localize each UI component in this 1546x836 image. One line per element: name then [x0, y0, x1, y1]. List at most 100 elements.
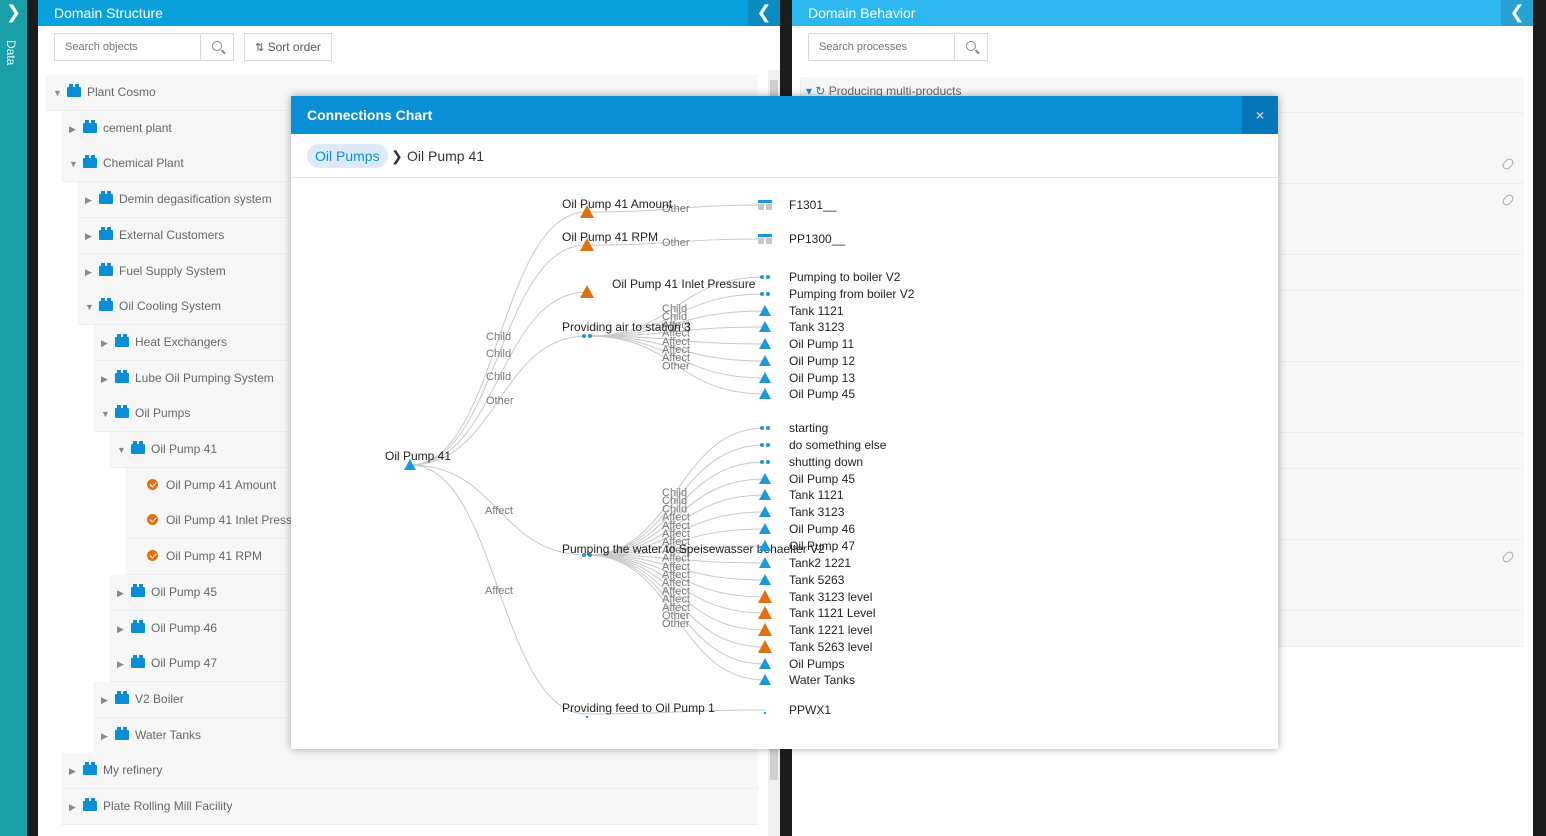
- leaf-node-label: Water Tanks: [789, 673, 855, 687]
- object-triangle-icon[interactable]: [759, 473, 771, 484]
- leaf-node-label: Oil Pump 11: [789, 337, 854, 351]
- table-icon[interactable]: [758, 238, 764, 244]
- caret-right-icon[interactable]: ▶: [101, 362, 115, 397]
- search-objects-input[interactable]: [55, 34, 200, 60]
- caret-right-icon[interactable]: ▶: [69, 112, 83, 147]
- process-icon[interactable]: [766, 292, 770, 296]
- dot-icon[interactable]: [763, 711, 767, 715]
- search-button[interactable]: [954, 33, 988, 61]
- object-triangle-icon[interactable]: [759, 506, 771, 517]
- object-triangle-icon[interactable]: [759, 305, 771, 316]
- process-icon[interactable]: [760, 443, 764, 447]
- edge-label: Affect: [485, 585, 513, 597]
- panel-title: Domain Structure: [54, 5, 163, 21]
- tree-row[interactable]: ▶ Plate Rolling Mill Facility: [62, 789, 758, 825]
- sort-order-label: Sort order: [267, 40, 321, 54]
- tree-label: Oil Pump 41 Amount: [166, 477, 277, 492]
- caret-right-icon[interactable]: ▶: [117, 647, 131, 682]
- process-icon[interactable]: [588, 334, 592, 338]
- table-icon[interactable]: [766, 238, 772, 244]
- object-icon: [115, 690, 129, 704]
- caret-right-icon[interactable]: ▶: [85, 255, 99, 290]
- caret-down-icon[interactable]: ▼: [101, 397, 115, 432]
- table-icon[interactable]: [758, 234, 772, 237]
- search-icon: [212, 41, 222, 51]
- object-triangle-icon[interactable]: [759, 321, 771, 332]
- tag-icon: [147, 514, 158, 526]
- leaf-node-label: Oil Pumps: [789, 657, 844, 671]
- process-icon[interactable]: [760, 275, 764, 279]
- caret-right-icon[interactable]: ▶: [117, 576, 131, 611]
- data-sidebar[interactable]: ❯ Data: [0, 0, 27, 836]
- caret-right-icon[interactable]: ▶: [69, 790, 83, 825]
- object-icon: [99, 191, 113, 205]
- object-triangle-icon[interactable]: [759, 489, 771, 500]
- tree-label: Oil Cooling System: [119, 299, 222, 314]
- data-sidebar-label: Data: [4, 40, 18, 66]
- tree-label: Oil Pumps: [135, 406, 191, 421]
- leaf-node-label: PP1300__: [789, 232, 845, 246]
- chevron-right-icon[interactable]: ❯: [0, 0, 27, 26]
- search-processes-input[interactable]: [809, 34, 949, 60]
- leaf-node-label: Oil Pump 45: [789, 387, 855, 401]
- edge-label: Child: [486, 371, 511, 383]
- tree-label: Plant Cosmo: [87, 85, 156, 99]
- breadcrumb-current: Oil Pump 41: [407, 148, 485, 164]
- process-icon[interactable]: [766, 275, 770, 279]
- tree-row[interactable]: ▶ My refinery: [62, 753, 758, 790]
- leaf-node-label: Oil Pump 12: [789, 354, 855, 368]
- process-icon[interactable]: [766, 426, 770, 430]
- process-icon[interactable]: [760, 426, 764, 430]
- object-icon: [131, 441, 145, 454]
- object-icon: [115, 333, 129, 347]
- object-icon: [131, 583, 145, 597]
- table-icon[interactable]: [758, 200, 772, 203]
- caret-down-icon[interactable]: ▼: [69, 147, 83, 182]
- leaf-node-label: PPWX1: [789, 703, 831, 717]
- caret-right-icon[interactable]: ▶: [101, 326, 115, 361]
- domain-structure-header: Domain Structure ❮: [38, 0, 780, 26]
- caret-right-icon[interactable]: ▶: [85, 219, 99, 254]
- table-icon[interactable]: [766, 204, 772, 210]
- caret-right-icon[interactable]: ▶: [85, 183, 99, 218]
- object-icon: [115, 405, 129, 419]
- object-icon: [115, 369, 129, 383]
- collapse-chevron-icon[interactable]: ❮: [1501, 0, 1533, 26]
- process-icon[interactable]: [766, 460, 770, 464]
- tag-triangle-icon[interactable]: [580, 285, 594, 298]
- object-triangle-icon[interactable]: [759, 523, 771, 534]
- tree-label: Fuel Supply System: [119, 263, 226, 278]
- process-icon[interactable]: [582, 334, 586, 338]
- edge-label: Affect: [485, 505, 513, 517]
- dot-icon[interactable]: [585, 715, 589, 719]
- process-icon[interactable]: [766, 443, 770, 447]
- caret-down-icon[interactable]: ▼: [53, 76, 67, 111]
- tree-label: cement plant: [103, 120, 172, 135]
- caret-right-icon[interactable]: ▶: [101, 719, 115, 754]
- leaf-node-label: Tank 3123: [789, 505, 845, 519]
- dialog-title: Connections Chart: [307, 107, 433, 123]
- breadcrumb-parent[interactable]: Oil Pumps: [307, 144, 388, 168]
- process-icon[interactable]: [760, 460, 764, 464]
- leaf-node-label: Tank 1121: [789, 488, 844, 502]
- connections-graph[interactable]: Child Child Child Other Affect Affect Other Oth…: [291, 178, 1278, 748]
- leaf-node-label: Tank 1121 Level: [789, 606, 876, 620]
- caret-right-icon[interactable]: ▶: [117, 612, 131, 647]
- sort-order-button[interactable]: ⇅ Sort order: [244, 33, 332, 61]
- close-icon[interactable]: ×: [1242, 96, 1278, 134]
- collapse-chevron-icon[interactable]: ❮: [748, 0, 780, 26]
- domain-behavior-header: Domain Behavior ❮: [792, 0, 1533, 26]
- caret-down-icon[interactable]: ▼: [117, 433, 131, 468]
- caret-right-icon[interactable]: ▶: [69, 754, 83, 789]
- object-icon: [131, 655, 145, 669]
- edge-label: Other: [662, 237, 690, 249]
- search-button[interactable]: [200, 33, 234, 61]
- table-icon[interactable]: [758, 204, 764, 210]
- tree-label: Water Tanks: [135, 727, 202, 742]
- object-icon: [99, 262, 113, 276]
- tree-label: Oil Pump 45: [151, 584, 218, 599]
- leaf-node-label: Tank 1221 level: [789, 623, 872, 637]
- caret-right-icon[interactable]: ▶: [101, 683, 115, 718]
- process-icon[interactable]: [760, 292, 764, 296]
- caret-down-icon[interactable]: ▼: [85, 290, 99, 325]
